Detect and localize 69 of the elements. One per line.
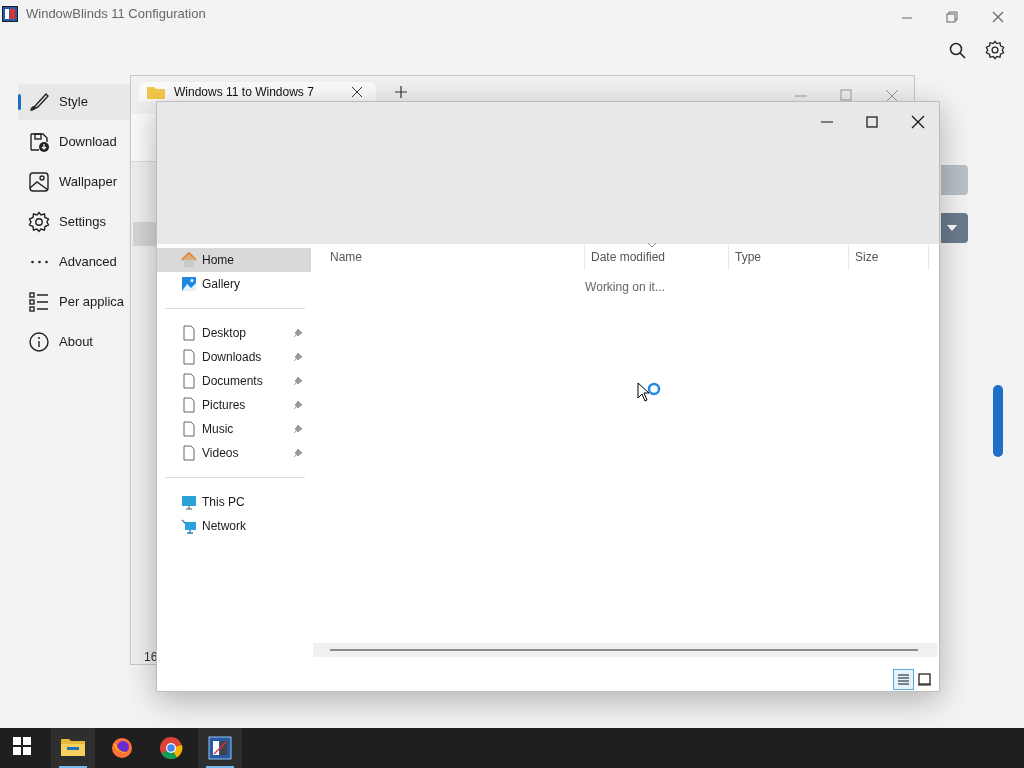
settings-icon[interactable] [985, 39, 1005, 60]
network-icon [181, 518, 197, 534]
nav-item[interactable]: Network [157, 514, 311, 538]
search-icon[interactable] [949, 41, 967, 60]
browser-tab[interactable]: Windows 11 to Windows 7 [139, 82, 376, 101]
sidebar-item[interactable]: Per applica [18, 284, 130, 320]
scrollbar-thumb[interactable] [993, 385, 1003, 457]
close-icon[interactable] [911, 114, 925, 129]
restore-icon[interactable] [945, 9, 959, 24]
sidebar-item[interactable]: Settings [18, 204, 130, 240]
file-icon [181, 397, 197, 413]
picture-icon [28, 171, 50, 193]
home-icon [181, 252, 197, 268]
nav-item[interactable]: Music [157, 417, 311, 441]
nav-item[interactable]: Videos [157, 441, 311, 465]
pin-icon [293, 352, 303, 362]
nav-item[interactable]: Home [157, 248, 311, 272]
window-title: WindowBlinds 11 Configuration [26, 5, 206, 24]
column-header[interactable]: Size [849, 244, 929, 270]
status-message: Working on it... [584, 279, 666, 296]
file-icon [181, 421, 197, 437]
sidebar-item[interactable]: Advanced [18, 244, 130, 280]
monitor-icon [181, 494, 197, 510]
browser-icon [159, 736, 183, 760]
brush-icon [28, 91, 50, 113]
dropdown-button[interactable] [941, 213, 968, 243]
taskbar-button[interactable] [198, 728, 242, 768]
pin-icon [293, 328, 303, 338]
tiles-view-icon [916, 671, 933, 688]
caret-icon [947, 225, 957, 231]
taskbar-button[interactable] [51, 728, 95, 768]
file-icon [181, 325, 197, 341]
tab-title: Windows 11 to Windows 7 [174, 83, 314, 101]
nav-item[interactable]: Desktop [157, 321, 311, 345]
list-icon [28, 291, 50, 313]
details-view-icon [895, 671, 912, 688]
sidebar-item[interactable]: About [18, 324, 130, 360]
maximize-icon[interactable] [865, 114, 879, 129]
column-header[interactable]: Name [324, 244, 585, 270]
pin-icon [293, 448, 303, 458]
scrollbar-thumb[interactable] [330, 649, 918, 651]
pin-icon [293, 376, 303, 386]
close-icon[interactable] [351, 86, 363, 98]
save-download-icon [28, 131, 50, 153]
file-icon [181, 445, 197, 461]
sidebar-item[interactable]: Style [18, 84, 130, 120]
folder-icon [147, 84, 165, 99]
fox-globe-icon [110, 736, 134, 760]
pin-icon [293, 400, 303, 410]
nav-item[interactable]: Gallery [157, 272, 311, 296]
pin-icon [293, 424, 303, 434]
sidebar-item[interactable]: Download [18, 124, 130, 160]
nav-item[interactable]: Downloads [157, 345, 311, 369]
more-icon [30, 260, 48, 264]
app-icon [2, 6, 18, 22]
gallery-icon [181, 276, 197, 292]
file-icon [181, 373, 197, 389]
app-icon [208, 736, 232, 760]
nav-item[interactable]: Documents [157, 369, 311, 393]
nav-item[interactable]: Pictures [157, 393, 311, 417]
column-header[interactable]: Type [729, 244, 849, 270]
plus-icon[interactable] [394, 85, 408, 99]
nav-item[interactable]: This PC [157, 490, 311, 514]
info-icon [28, 331, 50, 353]
settings-icon [28, 211, 50, 233]
sort-caret-icon [647, 242, 657, 248]
column-header[interactable]: Date modified [585, 244, 729, 270]
sidebar-item[interactable]: Wallpaper [18, 164, 130, 200]
file-icon [181, 349, 197, 365]
